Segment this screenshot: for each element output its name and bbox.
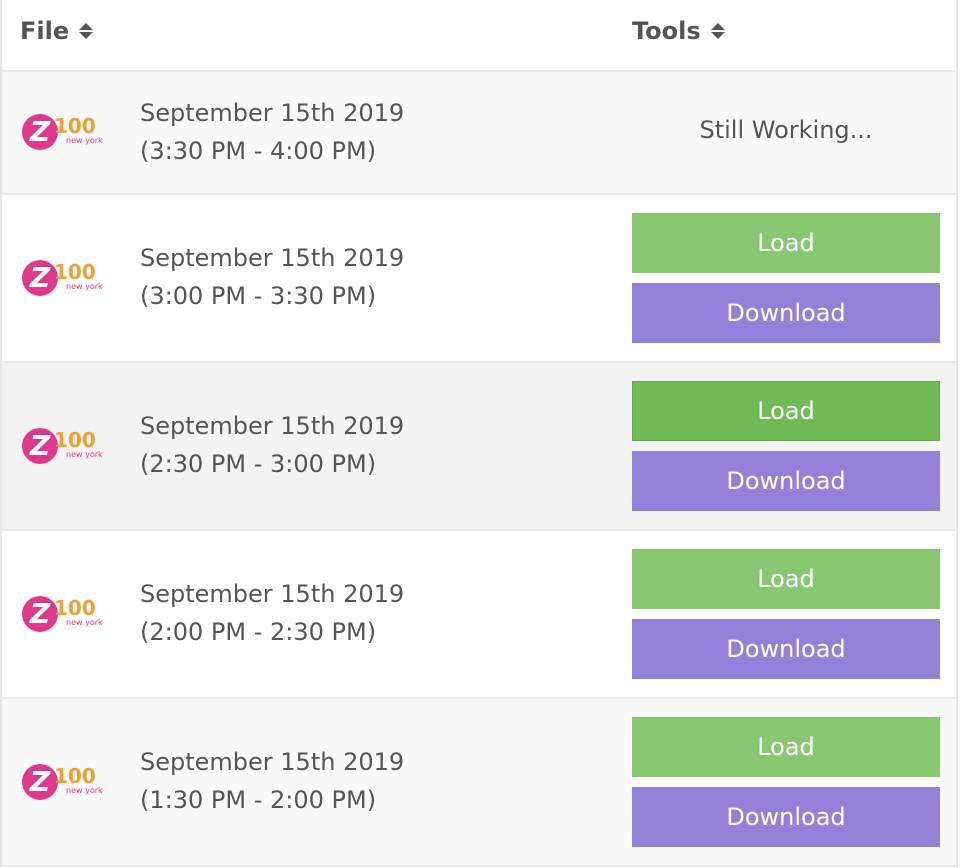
load-button[interactable]: Load (632, 549, 940, 609)
recording-date: September 15th 2019 (140, 99, 405, 127)
svg-text:Z: Z (29, 261, 51, 294)
svg-text:100: 100 (54, 114, 96, 138)
file-column-header[interactable]: File (20, 17, 94, 45)
table-row: Z 100 new york September 15th 2019 (2:00… (2, 531, 956, 699)
download-button[interactable]: Download (632, 283, 940, 343)
table-header: File Tools (2, 0, 956, 72)
recording-date: September 15th 2019 (140, 580, 405, 608)
recording-datetime: September 15th 2019 (2:00 PM - 2:30 PM) (140, 575, 404, 651)
recordings-table: File Tools Z 100 new york September 15th… (0, 0, 958, 868)
svg-text:Z: Z (29, 429, 51, 462)
svg-text:Z: Z (29, 115, 51, 148)
table-row: Z 100 new york September 15th 2019 (1:30… (2, 699, 956, 867)
recording-time: (2:00 PM - 2:30 PM) (140, 618, 377, 646)
svg-text:100: 100 (54, 764, 96, 788)
recording-time: (3:30 PM - 4:00 PM) (140, 137, 377, 165)
tools-column-header[interactable]: Tools (632, 17, 725, 45)
recording-datetime: September 15th 2019 (3:00 PM - 3:30 PM) (140, 239, 404, 315)
file-header-label: File (20, 17, 70, 45)
recording-date: September 15th 2019 (140, 412, 405, 440)
tools-header-label: Tools (632, 17, 701, 45)
table-row: Z 100 new york September 15th 2019 (3:00… (2, 195, 956, 363)
recording-datetime: September 15th 2019 (3:30 PM - 4:00 PM) (140, 94, 404, 170)
sort-icon (79, 23, 94, 39)
svg-text:new york: new york (66, 618, 103, 627)
svg-text:new york: new york (66, 282, 103, 291)
load-button[interactable]: Load (632, 717, 940, 777)
table-row: Z 100 new york September 15th 2019 (2:30… (2, 363, 956, 531)
status-text: Still Working... (699, 116, 873, 144)
z100-logo: Z 100 new york (22, 114, 103, 150)
download-button[interactable]: Download (632, 451, 940, 511)
svg-text:Z: Z (29, 765, 51, 798)
recording-time: (1:30 PM - 2:00 PM) (140, 786, 377, 814)
table-row: Z 100 new york September 15th 2019 (3:30… (2, 72, 956, 195)
z100-logo: Z 100 new york (22, 764, 103, 800)
svg-text:new york: new york (66, 786, 103, 795)
svg-text:100: 100 (54, 596, 96, 620)
recording-datetime: September 15th 2019 (2:30 PM - 3:00 PM) (140, 407, 404, 483)
svg-text:100: 100 (54, 260, 96, 284)
recording-datetime: September 15th 2019 (1:30 PM - 2:00 PM) (140, 743, 404, 819)
z100-logo: Z 100 new york (22, 428, 103, 464)
z100-logo: Z 100 new york (22, 596, 103, 632)
download-button[interactable]: Download (632, 787, 940, 847)
svg-text:new york: new york (66, 136, 103, 145)
load-button[interactable]: Load (632, 381, 940, 441)
recording-time: (3:00 PM - 3:30 PM) (140, 282, 377, 310)
sort-icon (710, 23, 725, 39)
svg-text:100: 100 (54, 428, 96, 452)
download-button[interactable]: Download (632, 619, 940, 679)
recording-date: September 15th 2019 (140, 244, 405, 272)
svg-text:Z: Z (29, 597, 51, 630)
recording-time: (2:30 PM - 3:00 PM) (140, 450, 377, 478)
recording-date: September 15th 2019 (140, 748, 405, 776)
z100-logo: Z 100 new york (22, 260, 103, 296)
svg-text:new york: new york (66, 450, 103, 459)
load-button[interactable]: Load (632, 213, 940, 273)
